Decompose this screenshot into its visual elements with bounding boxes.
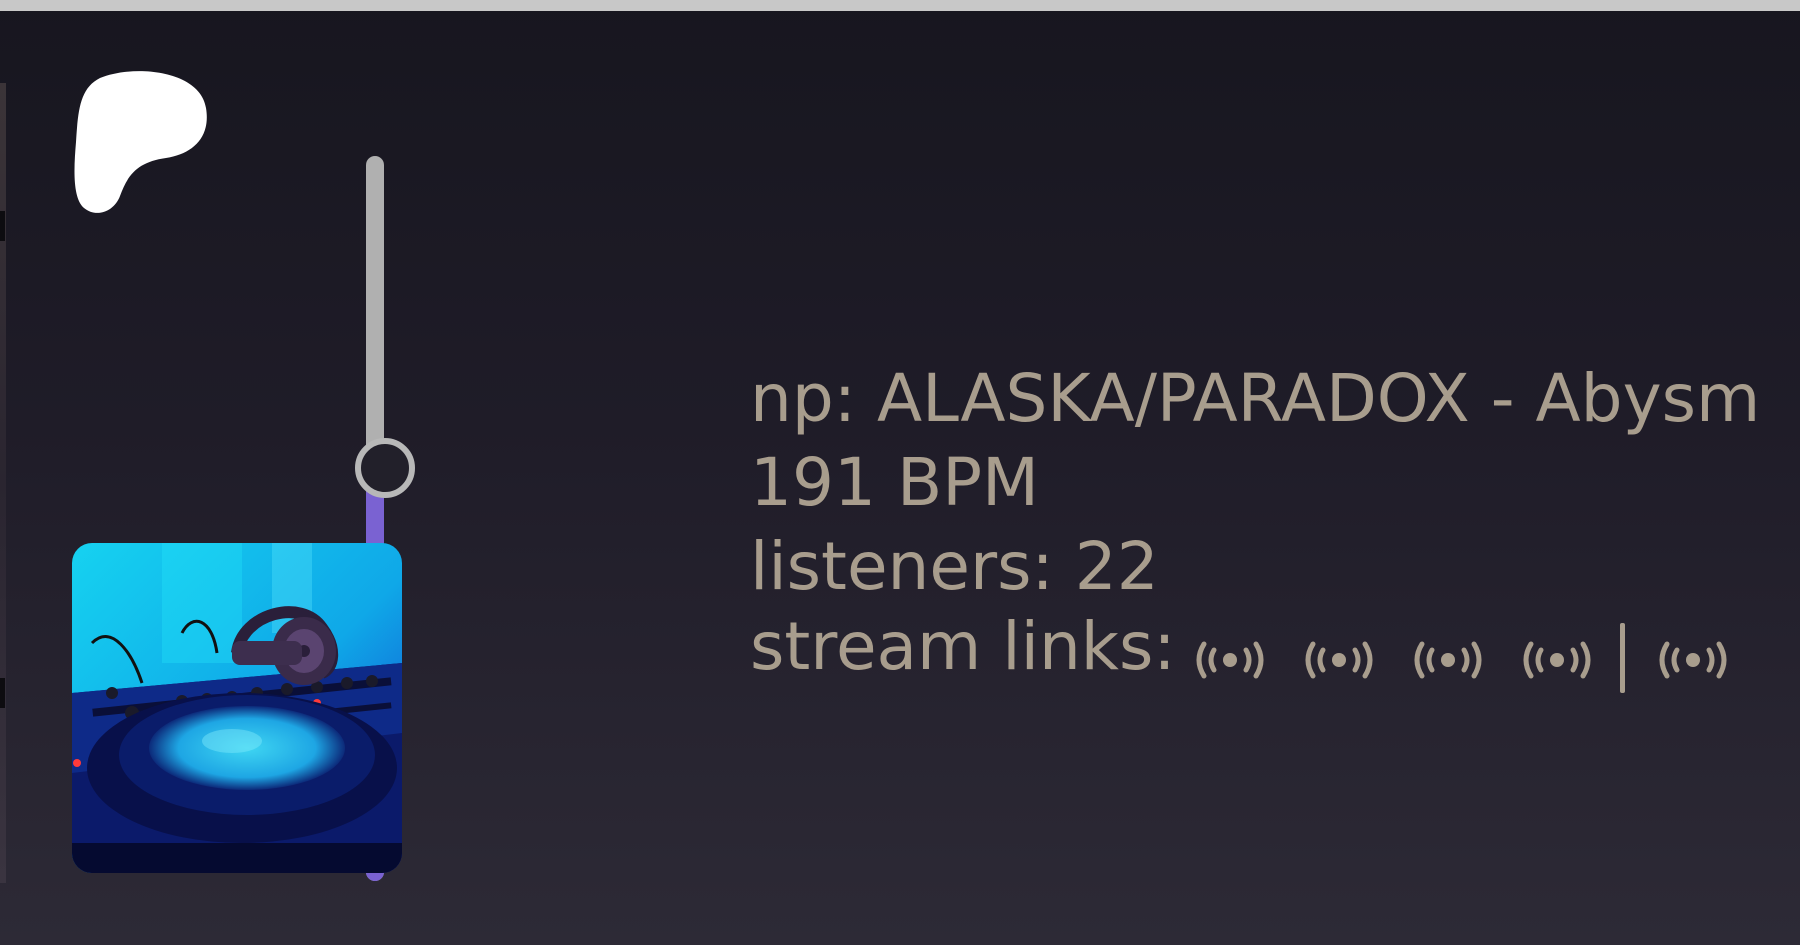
patreon-link[interactable]	[74, 70, 214, 218]
broadcast-icon	[1523, 641, 1591, 679]
patreon-icon	[74, 71, 207, 213]
now-playing-bpm: 191 BPM	[750, 444, 1039, 521]
stream-link-5[interactable]	[1655, 638, 1731, 682]
stream-links-separator	[1619, 622, 1625, 693]
album-art	[72, 543, 402, 873]
broadcast-icon	[1414, 641, 1482, 679]
stream-link-3[interactable]	[1410, 638, 1486, 682]
broadcast-icon	[1659, 641, 1727, 679]
left-panel-edge	[0, 83, 6, 883]
stream-links-label: stream links:	[750, 608, 1176, 685]
now-playing-track: np: ALASKA/PARADOX - Abysm	[750, 360, 1761, 437]
broadcast-icon	[1305, 641, 1373, 679]
broadcast-icon	[1196, 641, 1264, 679]
volume-thumb[interactable]	[355, 437, 415, 498]
stream-link-2[interactable]	[1301, 638, 1377, 682]
stream-links-row: stream links:	[750, 605, 1800, 693]
album-art-dj-deck-icon	[72, 543, 402, 873]
now-playing-info: np: ALASKA/PARADOX - Abysm 191 BPM liste…	[750, 357, 1800, 693]
listener-count: listeners: 22	[750, 528, 1159, 605]
stream-links	[1192, 605, 1764, 693]
stream-link-1[interactable]	[1192, 638, 1268, 682]
top-border-bar	[0, 0, 1800, 11]
stream-link-4[interactable]	[1519, 638, 1595, 682]
